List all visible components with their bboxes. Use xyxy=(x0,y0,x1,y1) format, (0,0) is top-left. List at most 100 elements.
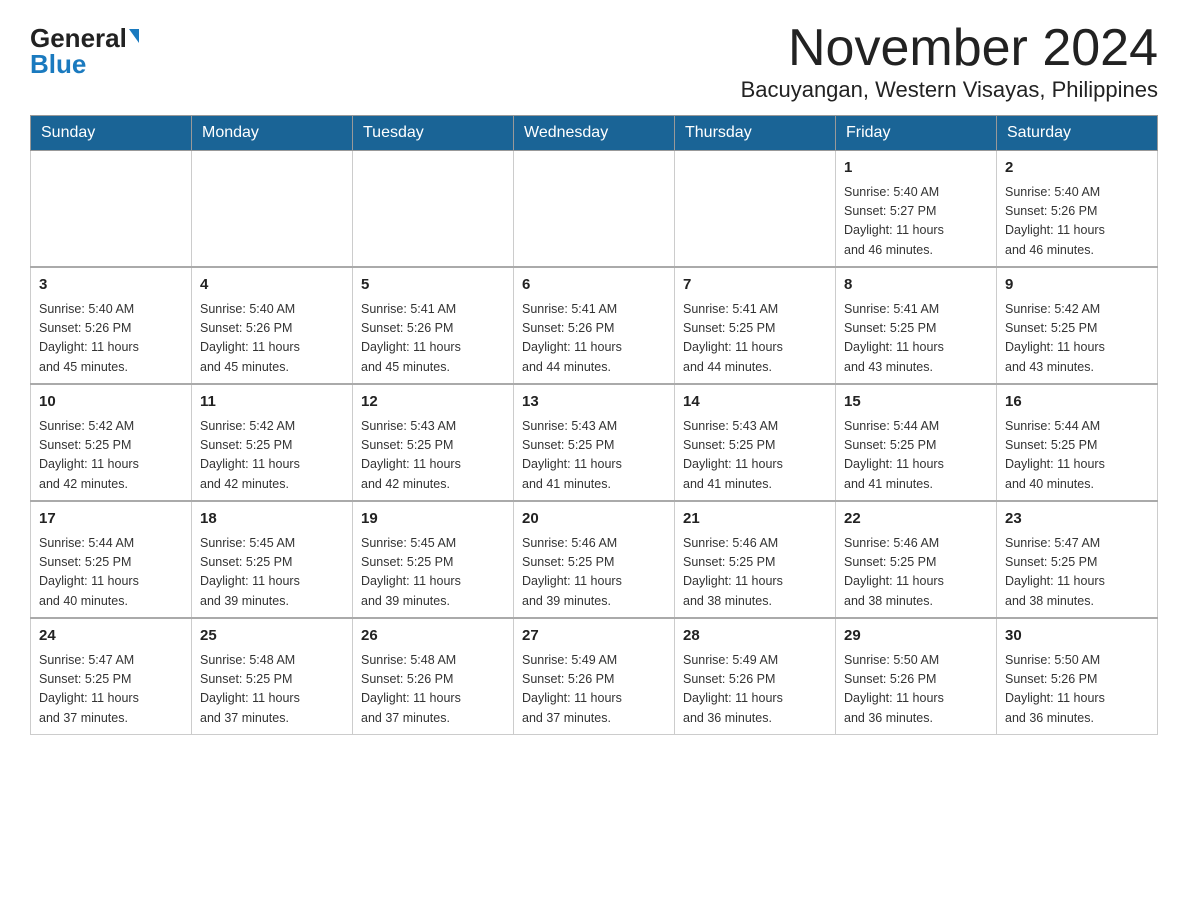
day-number: 1 xyxy=(844,157,988,180)
day-number: 20 xyxy=(522,508,666,531)
day-info: Sunrise: 5:44 AM Sunset: 5:25 PM Dayligh… xyxy=(844,417,988,495)
calendar-cell: 16 Sunrise: 5:44 AM Sunset: 5:25 PM Dayli… xyxy=(997,384,1158,501)
day-info: Sunrise: 5:47 AM Sunset: 5:25 PM Dayligh… xyxy=(1005,534,1149,612)
day-number: 14 xyxy=(683,391,827,414)
calendar-cell: 9Sunrise: 5:42 AM Sunset: 5:25 PM Daylig… xyxy=(997,267,1158,384)
day-number: 19 xyxy=(361,508,505,531)
calendar-cell: 13 Sunrise: 5:43 AM Sunset: 5:25 PM Dayli… xyxy=(514,384,675,501)
calendar-cell: 25 Sunrise: 5:48 AM Sunset: 5:25 PM Dayli… xyxy=(192,618,353,735)
day-number: 28 xyxy=(683,625,827,648)
day-number: 29 xyxy=(844,625,988,648)
calendar-cell: 28 Sunrise: 5:49 AM Sunset: 5:26 PM Dayli… xyxy=(675,618,836,735)
calendar-cell: 12Sunrise: 5:43 AM Sunset: 5:25 PM Dayli… xyxy=(353,384,514,501)
day-info: Sunrise: 5:40 AM Sunset: 5:26 PM Dayligh… xyxy=(39,300,183,378)
day-info: Sunrise: 5:41 AM Sunset: 5:25 PM Dayligh… xyxy=(683,300,827,378)
day-number: 10 xyxy=(39,391,183,414)
calendar-week-row: 17 Sunrise: 5:44 AM Sunset: 5:25 PM Dayli… xyxy=(31,501,1158,618)
day-number: 13 xyxy=(522,391,666,414)
day-info: Sunrise: 5:50 AM Sunset: 5:26 PM Dayligh… xyxy=(844,651,988,729)
day-number: 7 xyxy=(683,274,827,297)
day-number: 15 xyxy=(844,391,988,414)
calendar-cell: 8Sunrise: 5:41 AM Sunset: 5:25 PM Daylig… xyxy=(836,267,997,384)
day-info: Sunrise: 5:41 AM Sunset: 5:26 PM Dayligh… xyxy=(522,300,666,378)
day-info: Sunrise: 5:49 AM Sunset: 5:26 PM Dayligh… xyxy=(683,651,827,729)
calendar-cell: 14 Sunrise: 5:43 AM Sunset: 5:25 PM Dayli… xyxy=(675,384,836,501)
calendar-cell xyxy=(353,151,514,268)
calendar-cell xyxy=(31,151,192,268)
day-info: Sunrise: 5:40 AM Sunset: 5:26 PM Dayligh… xyxy=(1005,183,1149,261)
day-number: 22 xyxy=(844,508,988,531)
calendar-cell: 11 Sunrise: 5:42 AM Sunset: 5:25 PM Dayli… xyxy=(192,384,353,501)
day-header-monday: Monday xyxy=(192,116,353,151)
calendar-cell: 22 Sunrise: 5:46 AM Sunset: 5:25 PM Dayli… xyxy=(836,501,997,618)
calendar-cell: 4 Sunrise: 5:40 AM Sunset: 5:26 PM Daylig… xyxy=(192,267,353,384)
calendar-cell: 21Sunrise: 5:46 AM Sunset: 5:25 PM Dayli… xyxy=(675,501,836,618)
day-info: Sunrise: 5:42 AM Sunset: 5:25 PM Dayligh… xyxy=(39,417,183,495)
logo-blue-text: Blue xyxy=(30,51,86,77)
day-header-sunday: Sunday xyxy=(31,116,192,151)
day-info: Sunrise: 5:41 AM Sunset: 5:26 PM Dayligh… xyxy=(361,300,505,378)
day-number: 30 xyxy=(1005,625,1149,648)
day-number: 17 xyxy=(39,508,183,531)
day-info: Sunrise: 5:42 AM Sunset: 5:25 PM Dayligh… xyxy=(1005,300,1149,378)
calendar-cell: 27Sunrise: 5:49 AM Sunset: 5:26 PM Dayli… xyxy=(514,618,675,735)
day-info: Sunrise: 5:50 AM Sunset: 5:26 PM Dayligh… xyxy=(1005,651,1149,729)
logo: General Blue xyxy=(30,20,139,77)
day-info: Sunrise: 5:46 AM Sunset: 5:25 PM Dayligh… xyxy=(522,534,666,612)
day-info: Sunrise: 5:43 AM Sunset: 5:25 PM Dayligh… xyxy=(683,417,827,495)
day-info: Sunrise: 5:44 AM Sunset: 5:25 PM Dayligh… xyxy=(39,534,183,612)
day-info: Sunrise: 5:40 AM Sunset: 5:27 PM Dayligh… xyxy=(844,183,988,261)
day-number: 11 xyxy=(200,391,344,414)
calendar-cell: 6 Sunrise: 5:41 AM Sunset: 5:26 PM Daylig… xyxy=(514,267,675,384)
calendar-header-row: SundayMondayTuesdayWednesdayThursdayFrid… xyxy=(31,116,1158,151)
calendar-cell: 23 Sunrise: 5:47 AM Sunset: 5:25 PM Dayli… xyxy=(997,501,1158,618)
day-header-wednesday: Wednesday xyxy=(514,116,675,151)
calendar-week-row: 10 Sunrise: 5:42 AM Sunset: 5:25 PM Dayli… xyxy=(31,384,1158,501)
calendar-cell: 20 Sunrise: 5:46 AM Sunset: 5:25 PM Dayli… xyxy=(514,501,675,618)
day-info: Sunrise: 5:48 AM Sunset: 5:25 PM Dayligh… xyxy=(200,651,344,729)
calendar-week-row: 3 Sunrise: 5:40 AM Sunset: 5:26 PM Daylig… xyxy=(31,267,1158,384)
day-info: Sunrise: 5:47 AM Sunset: 5:25 PM Dayligh… xyxy=(39,651,183,729)
day-header-tuesday: Tuesday xyxy=(353,116,514,151)
day-info: Sunrise: 5:42 AM Sunset: 5:25 PM Dayligh… xyxy=(200,417,344,495)
calendar-week-row: 1 Sunrise: 5:40 AM Sunset: 5:27 PM Daylig… xyxy=(31,151,1158,268)
calendar-cell: 1 Sunrise: 5:40 AM Sunset: 5:27 PM Daylig… xyxy=(836,151,997,268)
day-number: 26 xyxy=(361,625,505,648)
day-number: 12 xyxy=(361,391,505,414)
day-info: Sunrise: 5:43 AM Sunset: 5:25 PM Dayligh… xyxy=(522,417,666,495)
day-info: Sunrise: 5:45 AM Sunset: 5:25 PM Dayligh… xyxy=(361,534,505,612)
day-number: 5 xyxy=(361,274,505,297)
day-number: 3 xyxy=(39,274,183,297)
calendar-cell: 26Sunrise: 5:48 AM Sunset: 5:26 PM Dayli… xyxy=(353,618,514,735)
calendar-cell: 5 Sunrise: 5:41 AM Sunset: 5:26 PM Daylig… xyxy=(353,267,514,384)
day-info: Sunrise: 5:49 AM Sunset: 5:26 PM Dayligh… xyxy=(522,651,666,729)
calendar-cell xyxy=(675,151,836,268)
calendar-cell: 19 Sunrise: 5:45 AM Sunset: 5:25 PM Dayli… xyxy=(353,501,514,618)
day-number: 25 xyxy=(200,625,344,648)
calendar-cell: 2 Sunrise: 5:40 AM Sunset: 5:26 PM Daylig… xyxy=(997,151,1158,268)
title-block: November 2024 Bacuyangan, Western Visaya… xyxy=(741,20,1158,103)
month-title: November 2024 xyxy=(741,20,1158,77)
calendar-cell: 10 Sunrise: 5:42 AM Sunset: 5:25 PM Dayli… xyxy=(31,384,192,501)
calendar-week-row: 24 Sunrise: 5:47 AM Sunset: 5:25 PM Dayli… xyxy=(31,618,1158,735)
calendar-cell: 17 Sunrise: 5:44 AM Sunset: 5:25 PM Dayli… xyxy=(31,501,192,618)
day-number: 16 xyxy=(1005,391,1149,414)
day-info: Sunrise: 5:44 AM Sunset: 5:25 PM Dayligh… xyxy=(1005,417,1149,495)
page-header: General Blue November 2024 Bacuyangan, W… xyxy=(30,20,1158,103)
day-info: Sunrise: 5:40 AM Sunset: 5:26 PM Dayligh… xyxy=(200,300,344,378)
day-number: 6 xyxy=(522,274,666,297)
day-info: Sunrise: 5:46 AM Sunset: 5:25 PM Dayligh… xyxy=(844,534,988,612)
day-number: 21 xyxy=(683,508,827,531)
calendar-cell: 7 Sunrise: 5:41 AM Sunset: 5:25 PM Daylig… xyxy=(675,267,836,384)
day-header-friday: Friday xyxy=(836,116,997,151)
calendar-cell xyxy=(514,151,675,268)
day-number: 23 xyxy=(1005,508,1149,531)
day-number: 18 xyxy=(200,508,344,531)
day-number: 2 xyxy=(1005,157,1149,180)
calendar-cell: 18Sunrise: 5:45 AM Sunset: 5:25 PM Dayli… xyxy=(192,501,353,618)
calendar-cell: 3 Sunrise: 5:40 AM Sunset: 5:26 PM Daylig… xyxy=(31,267,192,384)
logo-general-text: General xyxy=(30,25,127,51)
day-number: 24 xyxy=(39,625,183,648)
calendar-cell: 15 Sunrise: 5:44 AM Sunset: 5:25 PM Dayli… xyxy=(836,384,997,501)
day-number: 4 xyxy=(200,274,344,297)
